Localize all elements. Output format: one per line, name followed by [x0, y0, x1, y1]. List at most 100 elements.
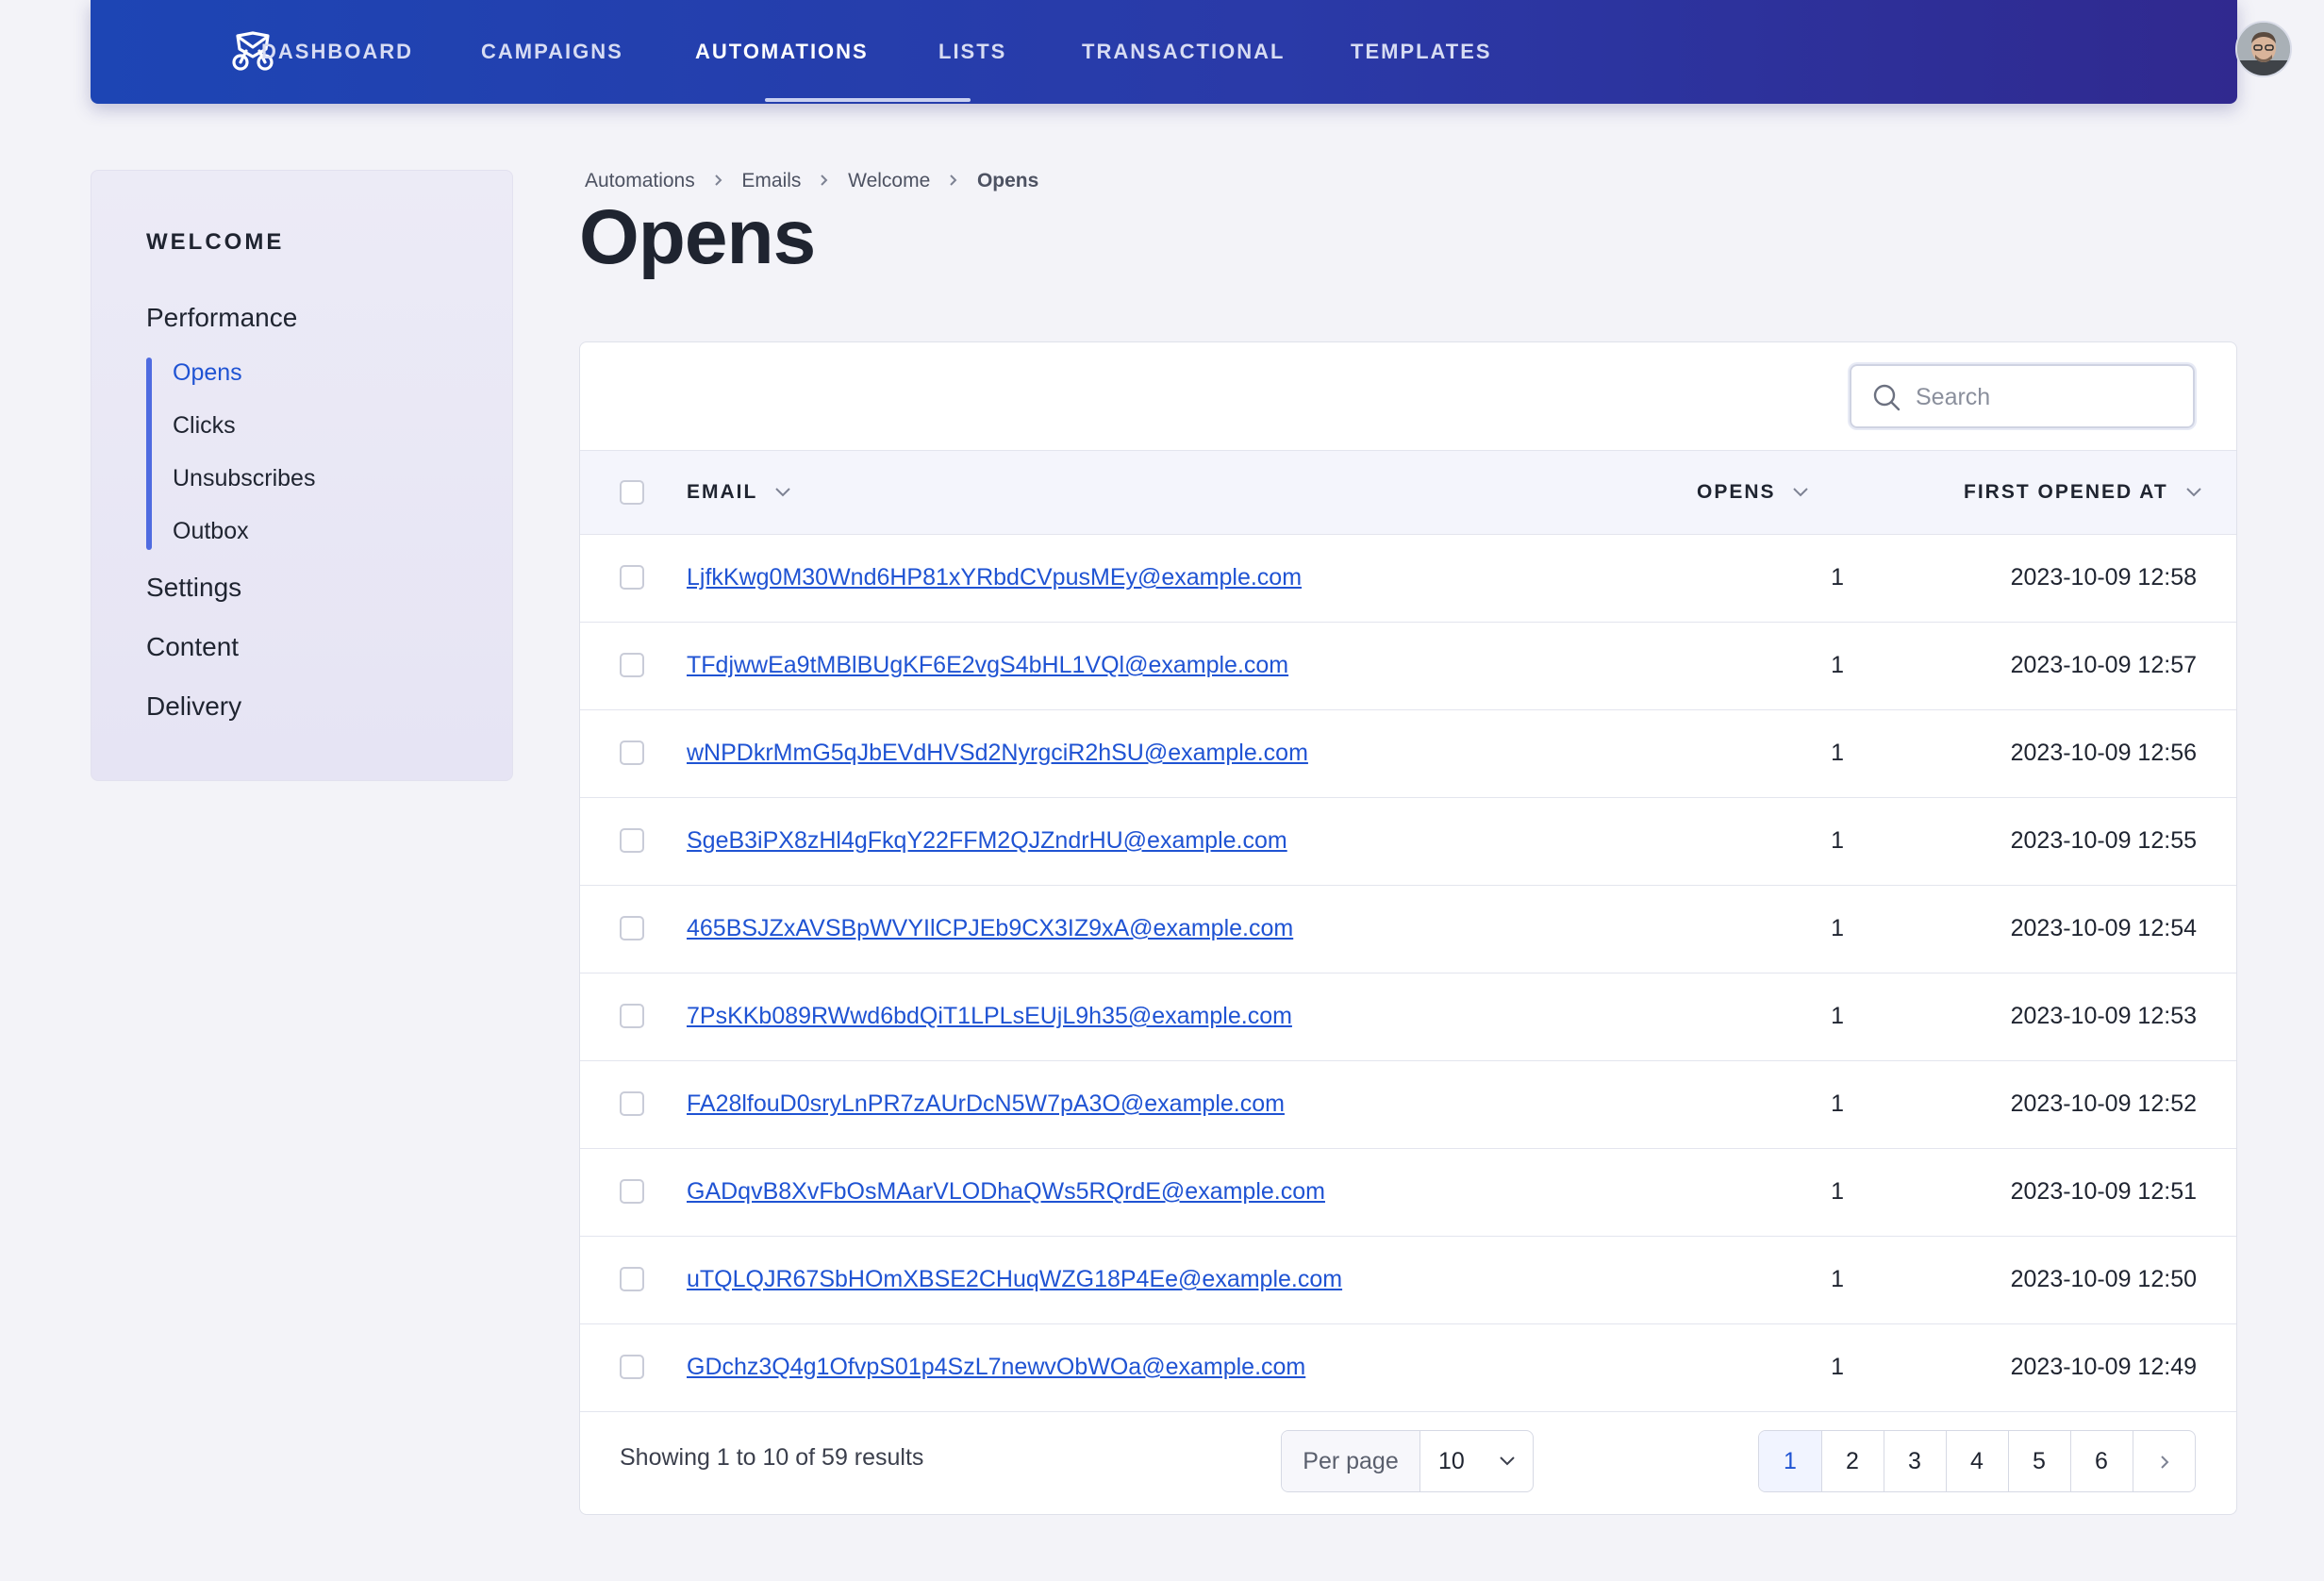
- first-opened-at: 2023-10-09 12:55: [2010, 827, 2197, 854]
- chevron-down-icon: [1793, 488, 1809, 497]
- row-checkbox[interactable]: [620, 916, 644, 940]
- column-header-opens[interactable]: OPENS: [1697, 451, 1809, 534]
- sidebar-title: WELCOME: [146, 229, 285, 255]
- sidebar: WELCOME Performance Opens Clicks Unsubsc…: [91, 170, 513, 781]
- search-icon: [1873, 384, 1901, 411]
- email-link[interactable]: GDchz3Q4g1OfvpS01p4SzL7newvObWOa@example…: [687, 1323, 1305, 1411]
- opens-count: 1: [1831, 827, 1844, 854]
- page-title: Opens: [579, 194, 816, 280]
- opens-count: 1: [1831, 1266, 1844, 1292]
- nav-lists[interactable]: LISTS: [938, 0, 1006, 104]
- next-page-button[interactable]: [2133, 1431, 2195, 1491]
- breadcrumb-automations[interactable]: Automations: [585, 170, 695, 192]
- table-row: SgeB3iPX8zHl4gFkqY22FFM2QJZndrHU@example…: [580, 797, 2236, 886]
- column-header-first-opened[interactable]: FIRST OPENED AT: [1964, 451, 2202, 534]
- top-navigation: DASHBOARD CAMPAIGNS AUTOMATIONS LISTS TR…: [91, 0, 2292, 104]
- sidebar-group-performance[interactable]: Performance: [146, 303, 297, 333]
- sidebar-group-settings[interactable]: Settings: [146, 573, 241, 603]
- chevron-right-icon: [820, 172, 829, 191]
- page-button-6[interactable]: 6: [2070, 1431, 2133, 1491]
- row-checkbox[interactable]: [620, 653, 644, 677]
- chevron-right-icon: [2161, 1456, 2169, 1469]
- sidebar-group-content[interactable]: Content: [146, 632, 239, 662]
- email-link[interactable]: 7PsKKb089RWwd6bdQiT1LPLsEUjL9h35@example…: [687, 973, 1292, 1060]
- email-link[interactable]: FA28lfouD0sryLnPR7zAUrDcN5W7pA3O@example…: [687, 1060, 1285, 1148]
- breadcrumb-welcome[interactable]: Welcome: [848, 170, 930, 192]
- table-row: uTQLQJR67SbHOmXBSE2CHuqWZG18P4Ee@example…: [580, 1236, 2236, 1324]
- per-page-label: Per page: [1282, 1431, 1420, 1491]
- row-checkbox[interactable]: [620, 828, 644, 853]
- row-checkbox[interactable]: [620, 741, 644, 765]
- email-link[interactable]: uTQLQJR67SbHOmXBSE2CHuqWZG18P4Ee@example…: [687, 1236, 1342, 1323]
- table-row: 465BSJZxAVSBpWVYIlCPJEb9CX3IZ9xA@example…: [580, 885, 2236, 974]
- first-opened-at: 2023-10-09 12:50: [2010, 1266, 2197, 1292]
- page-button-2[interactable]: 2: [1821, 1431, 1884, 1491]
- email-link[interactable]: 465BSJZxAVSBpWVYIlCPJEb9CX3IZ9xA@example…: [687, 885, 1293, 973]
- first-opened-at: 2023-10-09 12:57: [2010, 652, 2197, 678]
- email-link[interactable]: GADqvB8XvFbOsMAarVLODhaQWs5RQrdE@example…: [687, 1148, 1325, 1236]
- sidebar-item-outbox[interactable]: Outbox: [173, 518, 249, 545]
- email-link[interactable]: wNPDkrMmG5qJbEVdHVSd2NyrgciR2hSU@example…: [687, 709, 1308, 797]
- first-opened-at: 2023-10-09 12:53: [2010, 1003, 2197, 1029]
- first-opened-at: 2023-10-09 12:51: [2010, 1178, 2197, 1205]
- per-page-select[interactable]: Per page 10: [1281, 1430, 1534, 1492]
- row-checkbox[interactable]: [620, 565, 644, 590]
- page-button-1[interactable]: 1: [1759, 1431, 1822, 1491]
- email-link[interactable]: LjfkKwg0M30Wnd6HP81xYRbdCVpusMEy@example…: [687, 534, 1302, 622]
- select-all-checkbox[interactable]: [620, 480, 644, 505]
- page-button-4[interactable]: 4: [1946, 1431, 2009, 1491]
- nav-transactional[interactable]: TRANSACTIONAL: [1082, 0, 1285, 104]
- row-checkbox[interactable]: [620, 1091, 644, 1116]
- column-header-email-label: EMAIL: [687, 481, 757, 503]
- row-checkbox[interactable]: [620, 1179, 644, 1204]
- opens-table-card: EMAIL OPENS FIRST OPENED AT LjfkKwg0M30W…: [579, 341, 2237, 1515]
- nav-automations[interactable]: AUTOMATIONS: [695, 0, 869, 104]
- row-checkbox[interactable]: [620, 1267, 644, 1291]
- page-button-3[interactable]: 3: [1884, 1431, 1947, 1491]
- opens-count: 1: [1831, 564, 1844, 591]
- breadcrumb-emails[interactable]: Emails: [741, 170, 801, 192]
- sidebar-subnav-bar: [146, 358, 152, 550]
- opens-count: 1: [1831, 1090, 1844, 1117]
- opens-count: 1: [1831, 1178, 1844, 1205]
- search-input[interactable]: [1914, 375, 2182, 419]
- sidebar-item-opens[interactable]: Opens: [173, 359, 242, 387]
- table-row: 7PsKKb089RWwd6bdQiT1LPLsEUjL9h35@example…: [580, 973, 2236, 1061]
- column-header-email[interactable]: EMAIL: [687, 451, 791, 534]
- table-row: wNPDkrMmG5qJbEVdHVSd2NyrgciR2hSU@example…: [580, 709, 2236, 798]
- chevron-right-icon: [714, 172, 723, 191]
- per-page-value[interactable]: 10: [1438, 1431, 1465, 1491]
- sidebar-group-delivery[interactable]: Delivery: [146, 691, 241, 722]
- breadcrumb-current: Opens: [976, 170, 1039, 192]
- opens-count: 1: [1831, 1354, 1844, 1380]
- first-opened-at: 2023-10-09 12:52: [2010, 1090, 2197, 1117]
- chevron-down-icon: [1500, 1456, 1515, 1466]
- row-checkbox[interactable]: [620, 1004, 644, 1028]
- table-row: GDchz3Q4g1OfvpS01p4SzL7newvObWOa@example…: [580, 1323, 2236, 1412]
- row-checkbox[interactable]: [620, 1355, 644, 1379]
- opens-count: 1: [1831, 915, 1844, 941]
- nav-templates[interactable]: TEMPLATES: [1351, 0, 1492, 104]
- active-tab-indicator: [765, 98, 971, 102]
- search-box: [1850, 364, 2195, 428]
- sidebar-item-unsubscribes[interactable]: Unsubscribes: [173, 465, 315, 492]
- sidebar-item-clicks[interactable]: Clicks: [173, 412, 236, 440]
- column-header-opens-label: OPENS: [1697, 481, 1776, 503]
- table-footer: Showing 1 to 10 of 59 results Per page 1…: [580, 1408, 2236, 1514]
- nav-campaigns[interactable]: CAMPAIGNS: [481, 0, 623, 104]
- opens-count: 1: [1831, 1003, 1844, 1029]
- table-row: TFdjwwEa9tMBlBUgKF6E2vgS4bHL1VQl@example…: [580, 622, 2236, 710]
- first-opened-at: 2023-10-09 12:56: [2010, 740, 2197, 766]
- user-avatar[interactable]: [2235, 21, 2292, 77]
- first-opened-at: 2023-10-09 12:58: [2010, 564, 2197, 591]
- email-link[interactable]: SgeB3iPX8zHl4gFkqY22FFM2QJZndrHU@example…: [687, 797, 1287, 885]
- opens-count: 1: [1831, 740, 1844, 766]
- chevron-right-icon: [949, 172, 958, 191]
- page-button-5[interactable]: 5: [2008, 1431, 2071, 1491]
- first-opened-at: 2023-10-09 12:49: [2010, 1354, 2197, 1380]
- first-opened-at: 2023-10-09 12:54: [2010, 915, 2197, 941]
- nav-dashboard[interactable]: DASHBOARD: [261, 0, 413, 104]
- column-header-first-opened-label: FIRST OPENED AT: [1964, 481, 2168, 503]
- pagination: 1 2 3 4 5 6: [1758, 1430, 2196, 1492]
- email-link[interactable]: TFdjwwEa9tMBlBUgKF6E2vgS4bHL1VQl@example…: [687, 622, 1288, 709]
